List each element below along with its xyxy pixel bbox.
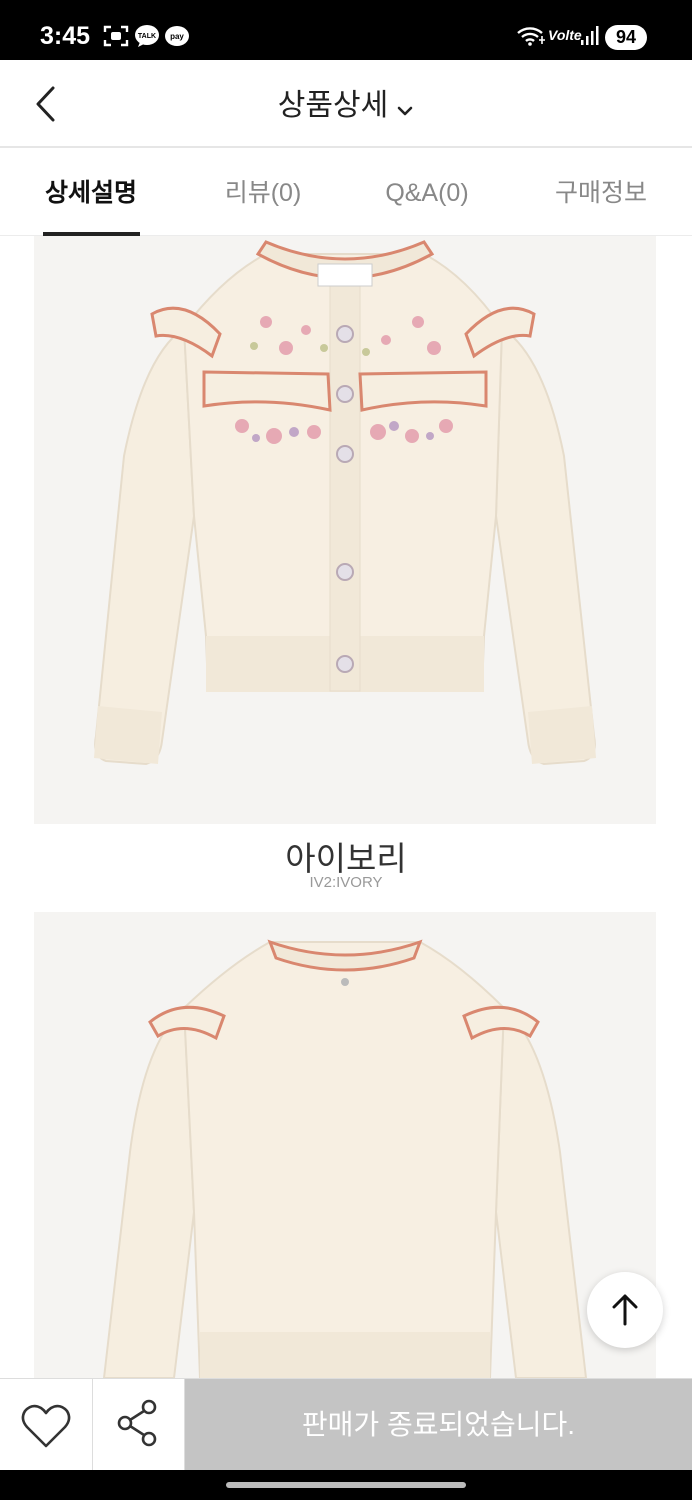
wifi-icon	[517, 27, 545, 46]
share-button[interactable]	[93, 1379, 185, 1471]
signal-icon	[581, 26, 599, 45]
system-nav-bar	[0, 1470, 692, 1500]
tab-detail[interactable]: 상세설명	[20, 150, 162, 236]
svg-text:pay: pay	[170, 32, 184, 41]
product-image-front	[34, 236, 656, 824]
color-code: IV2:IVORY	[309, 874, 383, 891]
share-icon	[117, 1399, 157, 1447]
tab-purchase-info[interactable]: 구매정보	[528, 150, 674, 236]
home-gesture-handle[interactable]	[226, 1482, 466, 1488]
status-time: 3:45	[40, 22, 91, 50]
sale-ended-button[interactable]: 판매가 종료되었습니다.	[185, 1379, 692, 1471]
wishlist-button[interactable]	[0, 1379, 93, 1471]
tab-bar: 상세설명 리뷰(0) Q&A(0) 구매정보	[0, 150, 692, 236]
page-title: 상품상세	[277, 89, 389, 122]
app-header: 상품상세	[0, 60, 692, 148]
svg-text:TALK: TALK	[138, 33, 156, 40]
bottom-action-bar: 판매가 종료되었습니다.	[0, 1378, 692, 1471]
tab-reviews[interactable]: 리뷰(0)	[190, 150, 336, 236]
title-dropdown[interactable]: 상품상세	[0, 80, 692, 124]
tab-qna[interactable]: Q&A(0)	[352, 150, 502, 236]
scroll-top-button[interactable]	[587, 1272, 663, 1348]
network-label: Volte	[548, 27, 582, 43]
pay-icon: pay	[165, 26, 189, 46]
screenshot-icon	[103, 25, 129, 47]
cardigan-front-illustration	[94, 240, 596, 766]
status-bar: 3:45 TALK pay Volte 94	[0, 0, 692, 60]
cardigan-back-illustration	[102, 939, 588, 1378]
chevron-down-icon	[397, 106, 413, 115]
arrow-up-icon	[612, 1294, 638, 1326]
color-name: 아이보리	[285, 840, 407, 877]
heart-icon	[21, 1404, 71, 1448]
product-image-back	[34, 912, 656, 1378]
talk-icon: TALK	[135, 25, 159, 47]
battery-indicator: 94	[605, 25, 647, 50]
product-detail-content: 아이보리 IV2:IVORY	[0, 236, 692, 1378]
